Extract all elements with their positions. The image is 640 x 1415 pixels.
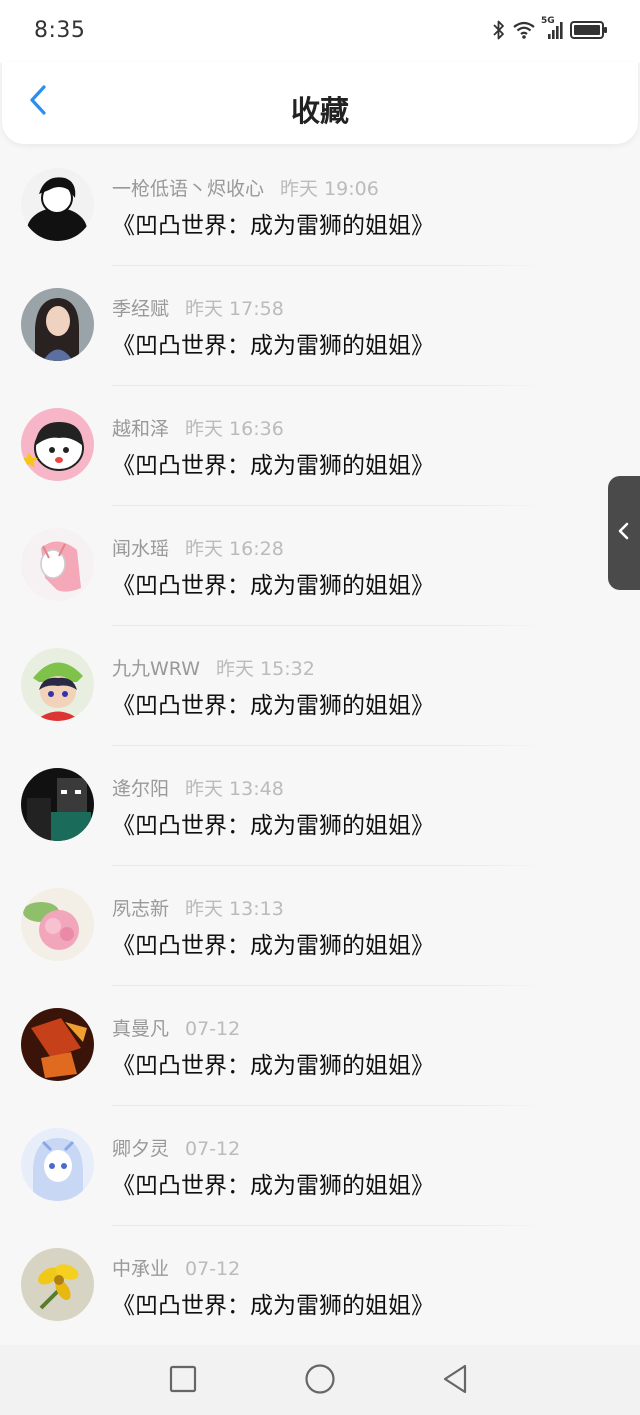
item-meta: 中承业 07-12	[112, 1254, 240, 1281]
avatar	[21, 1128, 94, 1201]
back-nav-button[interactable]	[437, 1363, 473, 1399]
avatar	[21, 168, 94, 241]
item-meta: 真曼凡 07-12	[112, 1014, 240, 1041]
item-title: 《凹凸世界：成为雷狮的姐姐》	[112, 1173, 434, 1199]
item-time: 昨天 17:58	[185, 298, 284, 320]
item-meta: 卿夕灵 07-12	[112, 1134, 240, 1161]
item-time: 昨天 13:13	[185, 898, 284, 920]
list-item[interactable]: 九九WRW 昨天 15:32 《凹凸世界：成为雷狮的姐姐》	[0, 626, 640, 746]
list-item[interactable]: 真曼凡 07-12 《凹凸世界：成为雷狮的姐姐》	[0, 986, 640, 1106]
status-time: 8:35	[34, 18, 86, 43]
item-time: 07-12	[185, 1138, 241, 1160]
list-item[interactable]: 闻水瑶 昨天 16:28 《凹凸世界：成为雷狮的姐姐》	[0, 506, 640, 626]
user-name: 夙志新	[112, 898, 170, 920]
user-name: 闻水瑶	[112, 538, 170, 560]
home-button[interactable]	[302, 1363, 338, 1399]
item-time: 昨天 19:06	[280, 178, 379, 200]
header: 收藏	[2, 62, 638, 144]
avatar	[21, 888, 94, 961]
user-name: 真曼凡	[112, 1018, 170, 1040]
square-recents-icon	[169, 1365, 197, 1397]
avatar	[21, 768, 94, 841]
avatar	[21, 1248, 94, 1321]
status-bar: 8:35 5G	[0, 0, 640, 62]
list-item[interactable]: 逄尔阳 昨天 13:48 《凹凸世界：成为雷狮的姐姐》	[0, 746, 640, 866]
status-icons: 5G	[492, 16, 608, 46]
item-title: 《凹凸世界：成为雷狮的姐姐》	[112, 1053, 434, 1079]
system-nav-bar	[0, 1345, 640, 1415]
chevron-left-icon	[617, 521, 631, 545]
user-name: 越和泽	[112, 418, 170, 440]
list-item[interactable]: 夙志新 昨天 13:13 《凹凸世界：成为雷狮的姐姐》	[0, 866, 640, 986]
avatar	[21, 648, 94, 721]
item-title: 《凹凸世界：成为雷狮的姐姐》	[112, 813, 434, 839]
item-title: 《凹凸世界：成为雷狮的姐姐》	[112, 453, 434, 479]
bluetooth-icon	[492, 19, 506, 45]
item-time: 07-12	[185, 1258, 241, 1280]
item-meta: 闻水瑶 昨天 16:28	[112, 534, 284, 561]
user-name: 一枪低语丶烬收心	[112, 178, 265, 200]
list-item[interactable]: 中承业 07-12 《凹凸世界：成为雷狮的姐姐》	[0, 1226, 640, 1346]
item-time: 昨天 13:48	[185, 778, 284, 800]
signal-5g-icon: 5G	[541, 16, 564, 45]
item-meta: 九九WRW 昨天 15:32	[112, 654, 315, 681]
user-name: 九九WRW	[112, 658, 201, 680]
item-meta: 季经赋 昨天 17:58	[112, 294, 284, 321]
item-meta: 夙志新 昨天 13:13	[112, 894, 284, 921]
network-label: 5G	[541, 16, 555, 26]
page-title: 收藏	[290, 94, 349, 128]
avatar	[21, 1008, 94, 1081]
list-item[interactable]: 越和泽 昨天 16:36 《凹凸世界：成为雷狮的姐姐》	[0, 386, 640, 506]
user-name: 卿夕灵	[112, 1138, 170, 1160]
recents-button[interactable]	[165, 1363, 201, 1399]
item-title: 《凹凸世界：成为雷狮的姐姐》	[112, 213, 434, 239]
triangle-back-icon	[441, 1363, 469, 1399]
avatar	[21, 288, 94, 361]
item-time: 昨天 16:36	[185, 418, 284, 440]
item-time: 昨天 15:32	[216, 658, 315, 680]
item-title: 《凹凸世界：成为雷狮的姐姐》	[112, 573, 434, 599]
user-name: 季经赋	[112, 298, 170, 320]
wifi-icon	[512, 20, 536, 44]
item-title: 《凹凸世界：成为雷狮的姐姐》	[112, 693, 434, 719]
battery-icon	[570, 19, 608, 45]
user-name: 中承业	[112, 1258, 170, 1280]
list-item[interactable]: 一枪低语丶烬收心 昨天 19:06 《凹凸世界：成为雷狮的姐姐》	[0, 146, 640, 266]
favorites-list: 一枪低语丶烬收心 昨天 19:06 《凹凸世界：成为雷狮的姐姐》 季经赋 昨天 17…	[0, 146, 640, 1346]
avatar	[21, 408, 94, 481]
item-title: 《凹凸世界：成为雷狮的姐姐》	[112, 333, 434, 359]
item-time: 昨天 16:28	[185, 538, 284, 560]
item-meta: 逄尔阳 昨天 13:48	[112, 774, 284, 801]
item-title: 《凹凸世界：成为雷狮的姐姐》	[112, 1293, 434, 1319]
circle-home-icon	[304, 1363, 336, 1399]
item-meta: 一枪低语丶烬收心 昨天 19:06	[112, 174, 379, 201]
item-title: 《凹凸世界：成为雷狮的姐姐》	[112, 933, 434, 959]
side-panel-tab[interactable]	[608, 476, 640, 590]
list-item[interactable]: 季经赋 昨天 17:58 《凹凸世界：成为雷狮的姐姐》	[0, 266, 640, 386]
user-name: 逄尔阳	[112, 778, 170, 800]
list-item[interactable]: 卿夕灵 07-12 《凹凸世界：成为雷狮的姐姐》	[0, 1106, 640, 1226]
item-meta: 越和泽 昨天 16:36	[112, 414, 284, 441]
avatar	[21, 528, 94, 601]
item-time: 07-12	[185, 1018, 241, 1040]
